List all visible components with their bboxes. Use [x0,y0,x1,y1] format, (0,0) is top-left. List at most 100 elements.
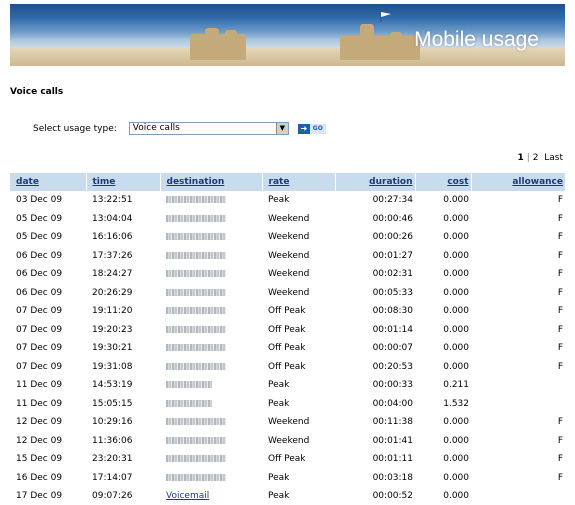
cell-allowance: F [557,250,563,261]
cell-time: 15:05:15 [92,398,133,409]
voicemail-link[interactable]: Voicemail [166,491,209,501]
column-header-rate[interactable]: rate [261,173,335,191]
cell-time: 17:14:07 [92,472,133,483]
cell-destination [160,210,262,229]
cell-time: 09:07:26 [92,491,133,502]
redacted-number [166,251,226,259]
cell-rate: Weekend [268,213,310,224]
table-row: 11 Dec 09 15:05:15 Peak 00:04:00 1.532 [10,395,565,414]
sort-allowance-link[interactable]: allowance [512,177,563,187]
cell-cost: 0.000 [443,250,469,261]
column-header-time[interactable]: time [85,173,160,191]
cell-duration: 00:04:00 [372,398,413,409]
column-header-destination[interactable]: destination [159,173,262,191]
table-row: 15 Dec 09 23:20:31 Off Peak 00:01:11 0.000 F [10,450,565,469]
cell-time: 14:53:19 [92,380,133,391]
cell-allowance: F [557,417,563,428]
cell-duration: 00:01:41 [372,435,413,446]
redacted-number [166,288,226,296]
cell-date: 17 Dec 09 [16,491,63,502]
table-row: 12 Dec 09 11:36:06 Weekend 00:01:41 0.000 F [10,432,565,451]
chevron-down-icon[interactable]: ▼ [275,123,288,134]
redacted-number [166,418,226,426]
sort-time-link[interactable]: time [93,177,116,187]
cell-date: 15 Dec 09 [16,454,63,465]
cell-time: 20:26:29 [92,287,133,298]
page-link-last[interactable]: Last [544,153,563,163]
cell-time: 10:29:16 [92,417,133,428]
cell-duration: 00:02:31 [372,269,413,280]
redacted-number [166,381,212,389]
redacted-number [166,233,226,241]
sandcastle-graphic [390,32,402,44]
column-header-duration[interactable]: duration [334,173,415,191]
cell-rate: Weekend [268,287,310,298]
cell-rate: Peak [268,398,290,409]
column-header-date[interactable]: date [10,173,86,191]
cell-time: 11:36:06 [92,435,133,446]
cell-destination [160,302,262,321]
usage-table: date time destination rate duration cost… [10,173,565,505]
cell-date: 05 Dec 09 [16,232,63,243]
cell-destination [160,432,262,451]
redacted-number [166,325,226,333]
cell-date: 11 Dec 09 [16,380,63,391]
redacted-number [166,196,226,204]
usage-type-select[interactable]: Voice calls ▼ [128,122,289,135]
cell-time: 17:37:26 [92,250,133,261]
sort-date-link[interactable]: date [16,177,39,187]
sandcastle-graphic [360,24,374,42]
cell-allowance: F [557,361,563,372]
cell-date: 12 Dec 09 [16,435,63,446]
redacted-number [166,455,226,463]
cell-allowance: F [557,472,563,483]
sort-cost-link[interactable]: cost [447,177,468,187]
cell-rate: Off Peak [268,306,306,317]
sandcastle-graphic [340,36,420,60]
cell-rate: Off Peak [268,454,306,465]
page-link-2[interactable]: 2 [533,153,539,163]
cell-allowance: F [557,269,563,280]
sort-destination-link[interactable]: destination [167,177,225,187]
cell-rate: Weekend [268,435,310,446]
redacted-number [166,307,226,315]
redacted-number [166,270,226,278]
table-header-row: date time destination rate duration cost… [10,173,565,191]
column-header-cost[interactable]: cost [414,173,471,191]
go-button[interactable]: ➜ GO [297,123,326,134]
table-row: 07 Dec 09 19:30:21 Off Peak 00:00:07 0.000 F [10,339,565,358]
cell-destination [160,265,262,284]
cell-rate: Off Peak [268,324,306,335]
cell-cost: 0.000 [443,361,469,372]
sort-duration-link[interactable]: duration [369,177,412,187]
sandcastle-graphic [205,28,219,40]
table-row: 05 Dec 09 16:16:06 Weekend 00:00:26 0.000 F [10,228,565,247]
cell-date: 12 Dec 09 [16,417,63,428]
cell-rate: Off Peak [268,343,306,354]
cell-allowance: F [557,287,563,298]
redacted-number [166,436,226,444]
cell-cost: 0.000 [443,435,469,446]
cell-date: 07 Dec 09 [16,306,63,317]
cell-cost: 0.000 [443,213,469,224]
cell-destination: Voicemail [160,487,262,505]
cell-duration: 00:00:07 [372,343,413,354]
cell-destination [160,191,262,210]
cell-destination [160,247,262,266]
cell-allowance [471,376,565,395]
cell-duration: 00:27:34 [372,195,413,206]
table-row: 06 Dec 09 20:26:29 Weekend 00:05:33 0.000 F [10,284,565,303]
cell-rate: Peak [268,491,290,502]
page-current: 1 [517,153,524,163]
cell-allowance: F [557,454,563,465]
sort-rate-link[interactable]: rate [269,177,290,187]
page-title: Voice calls [10,87,64,97]
cell-time: 13:04:04 [92,213,133,224]
cell-destination [160,450,262,469]
redacted-number [166,344,226,352]
redacted-number [166,399,212,407]
cell-rate: Weekend [268,269,310,280]
arrow-right-icon: ➜ [297,123,310,134]
column-header-allowance[interactable]: allowance [470,173,565,191]
cell-date: 03 Dec 09 [16,195,63,206]
